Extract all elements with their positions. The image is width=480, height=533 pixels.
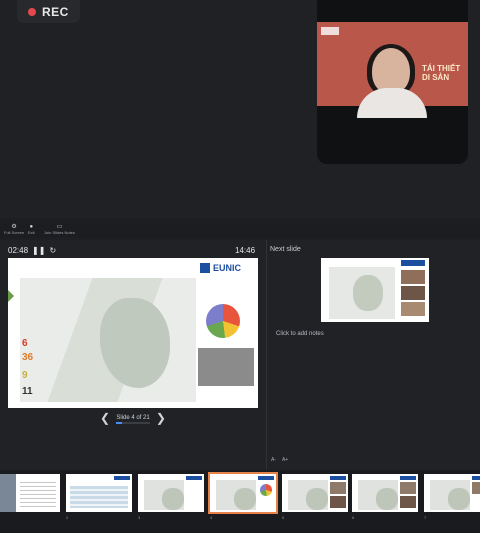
thumbnail-photo [400, 496, 416, 508]
slide-thumbnail[interactable] [138, 474, 204, 512]
thumbnail-logo [472, 476, 480, 480]
slide-filmstrip: 1 2 3 4 5 6 [0, 470, 480, 533]
thumbnail-map [358, 480, 398, 510]
thumbnail-map [216, 480, 256, 510]
reset-icon[interactable]: ↻ [49, 246, 56, 255]
slide-thumbnail[interactable] [282, 474, 348, 512]
record-dot-icon [28, 7, 36, 16]
slide-progress-fill [116, 422, 123, 424]
slides-notes-label: Join Slides Notes [44, 230, 75, 235]
thumbnail-photo [0, 474, 16, 512]
slide-marker-icon [8, 290, 14, 302]
presenter-toolbar: ⚙ Full Screen ● Exit ▭ Join Slides Notes [0, 220, 480, 238]
next-slide-photo [401, 270, 425, 284]
logo-text: EUNIC [213, 263, 242, 273]
decrease-font-button[interactable]: A- [271, 457, 276, 463]
thumbnail-text [20, 482, 56, 508]
slide-number: 4 [210, 515, 213, 520]
slide-number: 5 [282, 515, 285, 520]
slide-thumbnail-active[interactable] [208, 472, 278, 514]
thumbnail-logo [186, 476, 202, 480]
timer: 02:48 ❚❚ ↻ [8, 246, 56, 255]
exit-button[interactable]: ● Exit [28, 224, 35, 235]
thumbnail-map [430, 480, 470, 510]
presentation-app: REC TÁI THIẾT DI SẢN ⚙ Full Screen ● Exi… [0, 0, 480, 533]
meeting-stage: REC TÁI THIẾT DI SẢN [0, 0, 480, 218]
pause-icon[interactable]: ❚❚ [32, 246, 45, 255]
elapsed-time: 02:48 [8, 246, 29, 255]
next-slide-icon[interactable]: ❯ [156, 412, 166, 424]
next-slide-map [329, 267, 395, 319]
legend-item: 11 [20, 386, 56, 408]
slides-notes-button[interactable]: ▭ Join Slides Notes [44, 224, 75, 235]
increase-font-button[interactable]: A+ [282, 457, 288, 463]
thumbnail-region [448, 488, 470, 510]
historic-photo [198, 348, 254, 386]
slide-thumbnail[interactable] [424, 474, 480, 512]
slide-thumbnail[interactable] [352, 474, 418, 512]
speaker-body [357, 88, 427, 118]
thumbnail-map [288, 480, 328, 510]
thumbnail-region [306, 488, 328, 510]
recording-label: REC [42, 4, 69, 19]
legend-number: 9 [22, 370, 28, 381]
recording-indicator: REC [17, 0, 80, 23]
speaker-notes[interactable]: Click to add notes [276, 331, 324, 337]
slide-thumbnail[interactable] [0, 474, 60, 512]
thumbnail-region [376, 488, 398, 510]
thumbnail-logo [258, 476, 274, 480]
thumbnail-photo [472, 482, 480, 494]
thumbnail-map [144, 480, 184, 510]
legend-number: 11 [22, 386, 33, 397]
clock: 14:46 [235, 246, 256, 255]
slide-counter: Slide 4 of 21 [116, 415, 150, 421]
slide-number: 7 [424, 515, 427, 520]
panel-divider [266, 240, 267, 470]
exit-label: Exit [28, 230, 35, 235]
slide-logo-icon [321, 27, 339, 35]
slide-thumbnail[interactable] [66, 474, 132, 512]
next-slide-preview[interactable] [321, 258, 429, 322]
thumbnail-region [234, 488, 256, 510]
thumbnail-photo [330, 482, 346, 494]
legend-number: 36 [22, 352, 34, 363]
pie-chart [206, 304, 240, 338]
thumbnail-photo [400, 482, 416, 494]
logo-mark-icon [200, 263, 210, 273]
background-slide-title: TÁI THIẾT DI SẢN [422, 64, 461, 82]
eunic-logo: EUNIC [200, 261, 254, 275]
slide-number: 2 [66, 515, 69, 520]
thumbnail-logo [114, 476, 130, 480]
next-slide-region [353, 275, 383, 311]
speaker-video-tile[interactable]: TÁI THIẾT DI SẢN [317, 0, 468, 164]
presenter-view: 02:48 ❚❚ ↻ 14:46 Next slide EUNIC 6 36 9… [0, 240, 480, 470]
next-slide-logo [401, 260, 425, 266]
next-slide-photo [401, 286, 425, 300]
legend-number: 6 [22, 338, 28, 349]
speaker-video: TÁI THIẾT DI SẢN [317, 22, 468, 118]
next-slide-photo [401, 302, 425, 316]
thumbnail-table [70, 486, 128, 508]
slide-progress-bar [116, 422, 150, 424]
full-screen-button[interactable]: ⚙ Full Screen [4, 224, 24, 235]
thumbnail-photo [330, 496, 346, 508]
next-slide-label: Next slide [270, 246, 301, 253]
slide-number: 6 [352, 515, 355, 520]
slide-map: 6 36 9 11 [20, 278, 196, 402]
previous-slide-icon[interactable]: ❮ [100, 412, 110, 424]
thumbnail-logo [330, 476, 346, 480]
thumbnail-logo [400, 476, 416, 480]
thumbnail-pie [260, 484, 272, 496]
full-screen-label: Full Screen [4, 230, 25, 235]
notes-font-controls: A- A+ [271, 457, 288, 463]
slide-number: 3 [138, 515, 141, 520]
current-slide[interactable]: EUNIC 6 36 9 11 [8, 258, 258, 408]
thumbnail-region [162, 488, 184, 510]
